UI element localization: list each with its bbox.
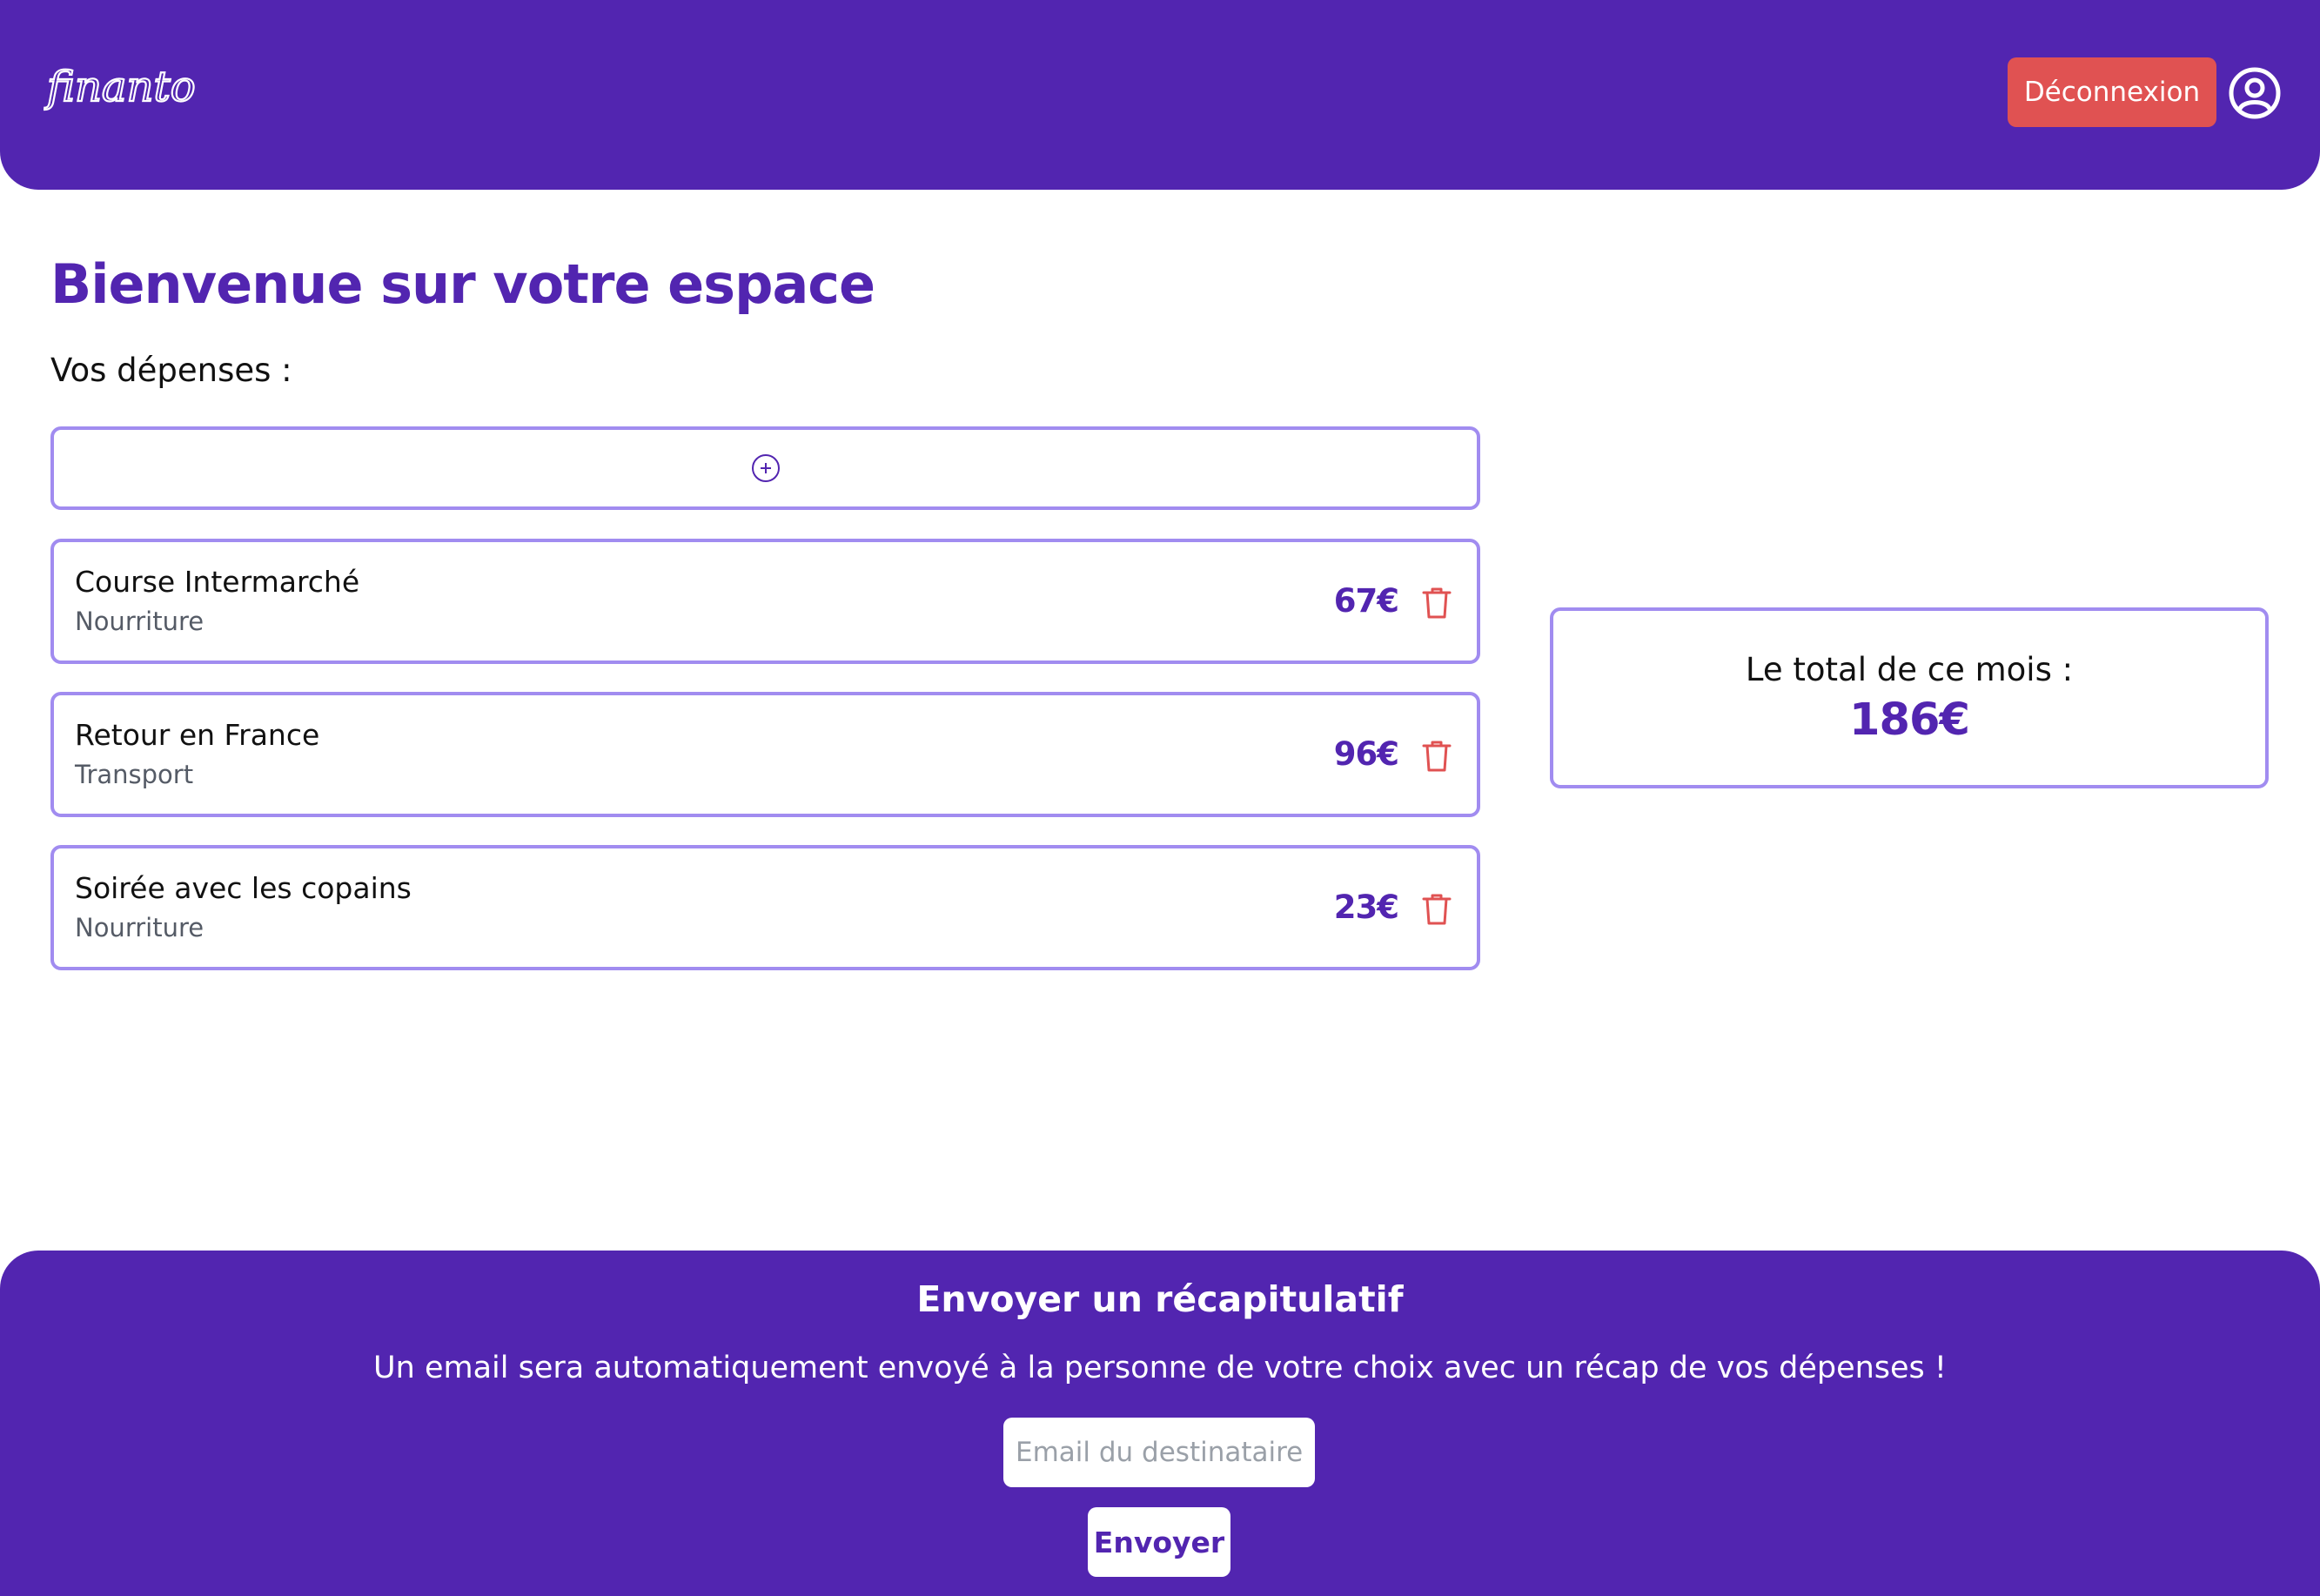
recap-title: Envoyer un récapitulatif <box>916 1278 1404 1320</box>
user-circle-icon[interactable] <box>2228 66 2282 120</box>
svg-text:finanto: finanto <box>44 63 196 111</box>
expense-name: Retour en France <box>75 718 320 752</box>
recap-footer: Envoyer un récapitulatif Un email sera a… <box>0 1251 2320 1596</box>
logout-button[interactable]: Déconnexion <box>2008 57 2216 127</box>
recipient-email-input[interactable] <box>1003 1418 1315 1487</box>
top-header: finanto Déconnexion <box>0 0 2320 190</box>
page-title: Bienvenue sur votre espace <box>50 252 875 316</box>
expense-name: Soirée avec les copains <box>75 871 412 905</box>
expenses-section-label: Vos dépenses : <box>50 352 292 389</box>
monthly-total-label: Le total de ce mois : <box>1745 651 2074 688</box>
send-button[interactable]: Envoyer <box>1088 1507 1230 1577</box>
expense-category: Nourriture <box>75 913 205 942</box>
expense-amount: 23€ <box>1333 889 1399 926</box>
expense-item[interactable]: Soirée avec les copains Nourriture 23€ <box>50 845 1480 970</box>
monthly-total-card: Le total de ce mois : 186€ <box>1550 607 2269 788</box>
expense-item[interactable]: Retour en France Transport 96€ <box>50 692 1480 817</box>
plus-circle-icon <box>751 454 780 482</box>
monthly-total-value: 186€ <box>1849 694 1970 746</box>
recap-description: Un email sera automatiquement envoyé à l… <box>373 1351 1947 1385</box>
page: finanto Déconnexion Bienvenue sur votre … <box>0 0 2320 1596</box>
expense-amount: 67€ <box>1333 582 1399 620</box>
trash-icon[interactable] <box>1421 586 1452 620</box>
expense-category: Nourriture <box>75 607 205 636</box>
expense-amount: 96€ <box>1333 735 1399 773</box>
expense-category: Transport <box>75 760 194 789</box>
finanto-logo[interactable]: finanto <box>44 57 200 118</box>
trash-icon[interactable] <box>1421 739 1452 774</box>
expense-item[interactable]: Course Intermarché Nourriture 67€ <box>50 539 1480 664</box>
expense-name: Course Intermarché <box>75 565 360 599</box>
add-expense-button[interactable] <box>50 426 1480 510</box>
trash-icon[interactable] <box>1421 892 1452 927</box>
